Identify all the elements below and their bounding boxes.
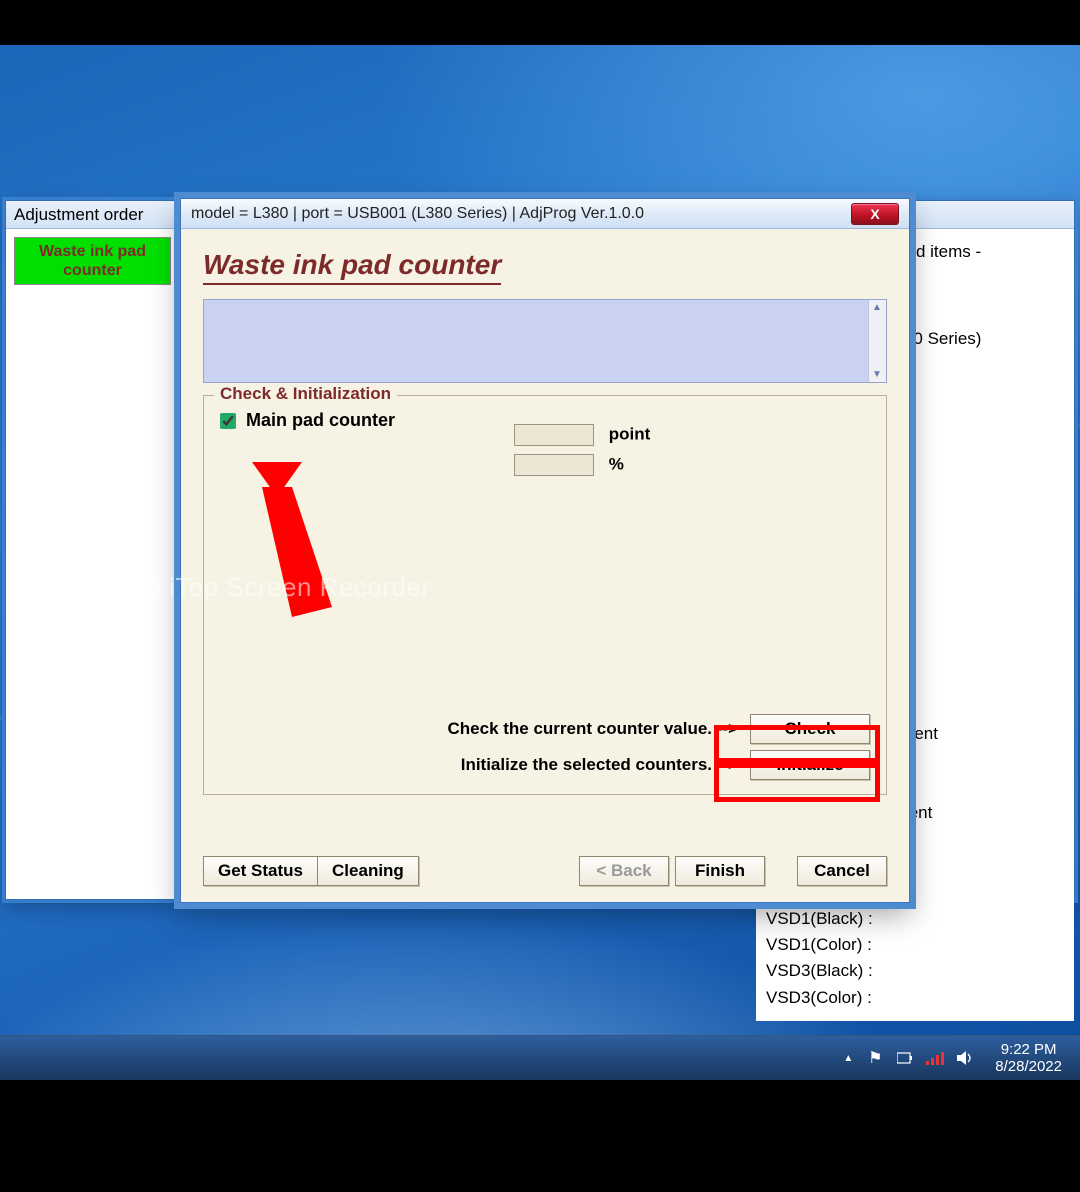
- initialize-button[interactable]: Initialize: [750, 750, 870, 780]
- point-field: [514, 424, 594, 446]
- battery-icon[interactable]: [897, 1050, 913, 1066]
- check-button[interactable]: Check: [750, 714, 870, 744]
- info-line: VSD3(Black) :: [766, 958, 1064, 984]
- adjustment-order-window: Adjustment order Waste ink pad counter: [5, 200, 180, 900]
- info-line: VSD1(Black) :: [766, 906, 1064, 932]
- point-label: point: [609, 424, 651, 443]
- dialog-heading: Waste ink pad counter: [203, 249, 501, 285]
- system-tray[interactable]: ▲ ⚑ 9:22 PM 8/28/2022: [843, 1041, 1080, 1076]
- taskbar: ▲ ⚑ 9:22 PM 8/28/2022: [0, 1035, 1080, 1080]
- taskbar-time: 9:22 PM: [995, 1041, 1062, 1058]
- taskbar-date: 8/28/2022: [995, 1058, 1062, 1075]
- dialog-titlebar: model = L380 | port = USB001 (L380 Serie…: [181, 199, 909, 229]
- volume-icon[interactable]: [957, 1050, 973, 1066]
- close-button[interactable]: X: [851, 203, 899, 225]
- check-init-group: Check & Initialization Main pad counter …: [203, 395, 887, 795]
- percent-field: [514, 454, 594, 476]
- taskbar-clock[interactable]: 9:22 PM 8/28/2022: [987, 1041, 1070, 1076]
- main-pad-label: Main pad counter: [246, 410, 395, 431]
- network-icon[interactable]: [927, 1050, 943, 1066]
- adjprog-dialog: model = L380 | port = USB001 (L380 Serie…: [180, 198, 910, 903]
- get-status-button[interactable]: Get Status: [203, 856, 317, 886]
- scrollbar[interactable]: [868, 300, 886, 382]
- dialog-footer: Get Status Cleaning < Back Finish Cancel: [203, 856, 887, 886]
- init-prompt: Initialize the selected counters. -->: [461, 755, 738, 775]
- info-line: VSD3(Color) :: [766, 985, 1064, 1011]
- check-prompt: Check the current counter value. -->: [448, 719, 739, 739]
- dialog-title-text: model = L380 | port = USB001 (L380 Serie…: [191, 205, 644, 223]
- sidebar-item-waste-ink[interactable]: Waste ink pad counter: [14, 237, 171, 285]
- percent-label: %: [609, 454, 624, 473]
- flag-icon[interactable]: ⚑: [867, 1050, 883, 1066]
- info-line: VSD1(Color) :: [766, 932, 1064, 958]
- tray-expand-icon[interactable]: ▲: [843, 1053, 853, 1064]
- cleaning-button[interactable]: Cleaning: [317, 856, 419, 886]
- back-button: < Back: [579, 856, 669, 886]
- main-pad-checkbox[interactable]: [220, 413, 236, 429]
- adjustment-order-title: Adjustment order: [6, 201, 179, 229]
- group-legend: Check & Initialization: [214, 384, 397, 404]
- log-textarea[interactable]: [203, 299, 887, 383]
- finish-button[interactable]: Finish: [675, 856, 765, 886]
- cancel-button[interactable]: Cancel: [797, 856, 887, 886]
